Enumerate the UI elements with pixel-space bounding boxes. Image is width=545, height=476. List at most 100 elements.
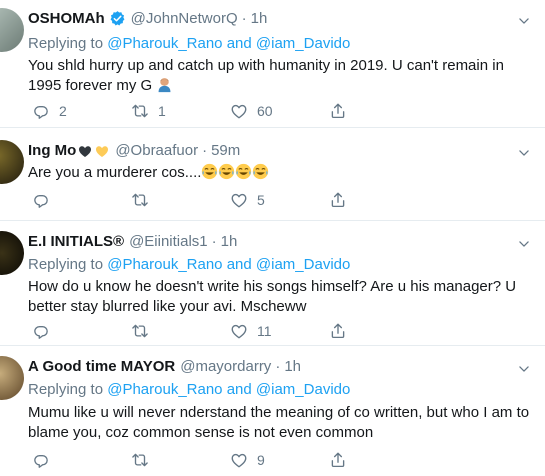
share-icon xyxy=(329,102,347,120)
reply-icon xyxy=(32,322,50,340)
retweet-icon xyxy=(131,451,149,469)
mention-and[interactable]: and xyxy=(227,381,252,398)
tweet-text: You shld hurry up and catch up with huma… xyxy=(28,56,538,96)
tweet-text-line: Are you a murderer cos.... xyxy=(28,164,202,181)
separator-dot: · xyxy=(202,142,208,159)
like-icon xyxy=(230,102,248,120)
mention-link[interactable]: @Pharouk_Rano xyxy=(107,381,222,398)
share-button[interactable] xyxy=(329,102,356,120)
tweet-actions: 11 xyxy=(32,321,356,341)
like-count: 11 xyxy=(257,323,272,339)
reply-icon xyxy=(32,102,50,120)
share-icon xyxy=(329,322,347,340)
tears-of-joy-emoji xyxy=(218,163,235,180)
mention-link[interactable]: @iam_Davido xyxy=(256,35,350,52)
mention-and[interactable]: and xyxy=(227,256,252,273)
display-name[interactable]: OSHOMAh xyxy=(28,10,105,27)
tears-of-joy-emoji xyxy=(252,163,269,180)
man-bowing-emoji xyxy=(158,78,171,93)
like-button[interactable]: 9 xyxy=(230,451,329,469)
like-button[interactable]: 60 xyxy=(230,102,329,120)
share-button[interactable] xyxy=(329,451,356,469)
reply-icon xyxy=(32,451,50,469)
user-handle[interactable]: @mayordarry xyxy=(180,358,271,375)
display-name[interactable]: Ing Mo xyxy=(28,142,76,159)
retweet-button[interactable]: 1 xyxy=(131,102,230,120)
tweet[interactable]: A Good time MAYOR @mayordarry · 1h Reply… xyxy=(0,346,545,476)
avatar[interactable] xyxy=(0,8,24,52)
avatar[interactable] xyxy=(0,231,24,275)
tweet-text: Mumu like u will never nderstand the mea… xyxy=(28,403,538,443)
like-icon xyxy=(230,191,248,209)
reply-icon xyxy=(32,191,50,209)
like-button[interactable]: 5 xyxy=(230,191,329,209)
timestamp[interactable]: 59m xyxy=(211,142,240,159)
reply-button[interactable] xyxy=(32,191,131,209)
share-icon xyxy=(329,451,347,469)
replying-to: Replying to @Pharouk_Rano and @iam_David… xyxy=(28,256,350,273)
reply-button[interactable] xyxy=(32,322,131,340)
verified-badge-icon xyxy=(110,11,125,26)
avatar[interactable] xyxy=(0,356,24,400)
like-count: 5 xyxy=(257,192,265,208)
like-button[interactable]: 11 xyxy=(230,322,329,340)
share-button[interactable] xyxy=(329,191,356,209)
retweet-button[interactable] xyxy=(131,451,230,469)
mention-and[interactable]: and xyxy=(227,35,252,52)
tears-of-joy-emoji xyxy=(201,163,218,180)
mention-link[interactable]: @iam_Davido xyxy=(256,381,350,398)
retweet-button[interactable] xyxy=(131,191,230,209)
retweet-icon xyxy=(131,191,149,209)
mention-link[interactable]: @iam_Davido xyxy=(256,256,350,273)
retweet-button[interactable] xyxy=(131,322,230,340)
tweet-text: Are you a murderer cos.... xyxy=(28,163,538,183)
mention-link[interactable]: @Pharouk_Rano xyxy=(107,256,222,273)
tweet-text-line: You shld hurry up and catch up with huma… xyxy=(28,57,504,74)
mention-link[interactable]: @Pharouk_Rano xyxy=(107,35,222,52)
user-handle[interactable]: @Obraafuor xyxy=(115,142,198,159)
tweet-actions: 2 1 60 xyxy=(32,101,356,121)
yellow-heart-icon xyxy=(96,145,109,157)
separator-dot: · xyxy=(211,233,217,250)
reply-button[interactable]: 2 xyxy=(32,102,131,120)
replying-to: Replying to @Pharouk_Rano and @iam_David… xyxy=(28,381,350,398)
name-hearts xyxy=(77,143,110,159)
replying-to-label: Replying to xyxy=(28,381,104,398)
display-name[interactable]: E.I INITIALS® xyxy=(28,233,124,250)
share-button[interactable] xyxy=(329,322,356,340)
tweet-text-line-row: 1995 forever my G xyxy=(28,76,538,96)
tweet-text-line: blame you, coz common sense is not even … xyxy=(28,424,374,441)
tweet-text-line: Mumu like u will never nderstand the mea… xyxy=(28,404,530,421)
tweet[interactable]: E.I INITIALS® @Eiinitials1 · 1h Replying… xyxy=(0,221,545,346)
black-heart-icon xyxy=(79,145,92,157)
tweet-actions: 9 xyxy=(32,450,356,470)
timestamp[interactable]: 1h xyxy=(221,233,238,250)
retweet-icon xyxy=(131,102,149,120)
avatar[interactable] xyxy=(0,140,24,184)
tears-of-joy-emoji xyxy=(235,163,252,180)
timestamp[interactable]: 1h xyxy=(251,10,268,27)
tweet-text-line: better stay blurred like your avi. Msche… xyxy=(28,298,307,315)
like-count: 9 xyxy=(257,452,265,468)
reply-count: 2 xyxy=(59,103,67,119)
chevron-down-icon[interactable] xyxy=(517,146,531,160)
separator-dot: · xyxy=(241,10,247,27)
separator-dot: · xyxy=(275,358,281,375)
chevron-down-icon[interactable] xyxy=(517,362,531,376)
tweet-text-line: 1995 forever my G xyxy=(28,77,153,94)
display-name[interactable]: A Good time MAYOR xyxy=(28,358,175,375)
retweet-count: 1 xyxy=(158,103,166,119)
tweet-actions: 5 xyxy=(32,190,356,210)
reply-button[interactable] xyxy=(32,451,131,469)
replying-to: Replying to @Pharouk_Rano and @iam_David… xyxy=(28,35,350,52)
like-count: 60 xyxy=(257,103,273,119)
tweet[interactable]: Ing Mo @Obraafuor · 59m Are you a murder… xyxy=(0,128,545,221)
chevron-down-icon[interactable] xyxy=(517,237,531,251)
tweet[interactable]: OSHOMAh @JohnNetworQ · 1h Replying to @P… xyxy=(0,0,545,128)
replying-to-label: Replying to xyxy=(28,256,104,273)
chevron-down-icon[interactable] xyxy=(517,14,531,28)
timestamp[interactable]: 1h xyxy=(284,358,301,375)
tweet-text-line: How do u know he doesn't write his songs… xyxy=(28,278,517,295)
user-handle[interactable]: @Eiinitials1 xyxy=(129,233,208,250)
user-handle[interactable]: @JohnNetworQ xyxy=(131,10,238,27)
